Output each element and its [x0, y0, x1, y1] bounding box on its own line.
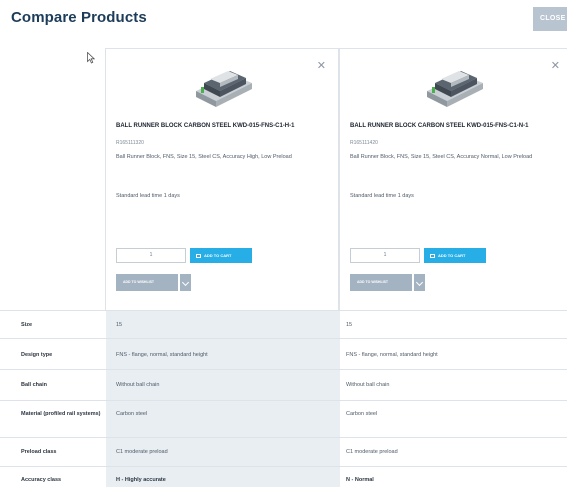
remove-product-icon[interactable]: ✕: [317, 59, 326, 72]
add-to-cart-button[interactable]: ADD TO CART: [190, 248, 252, 263]
spec-row-material: Material (profiled rail systems) Carbon …: [0, 400, 567, 437]
ball-runner-block-image: [196, 71, 252, 107]
product-sku: R165111320: [116, 140, 144, 146]
spec-value: 15: [116, 322, 123, 328]
spec-row-design-type: Design type FNS - flange, normal, standa…: [0, 338, 567, 369]
spec-value: Without ball chain: [116, 382, 160, 388]
remove-product-icon[interactable]: ✕: [551, 59, 560, 72]
spec-value: 15: [346, 322, 353, 328]
product-card: ✕ BALL RUNNER BLOCK CARBON STEEL KWD-015…: [105, 48, 339, 310]
spec-value: N - Normal: [346, 477, 374, 483]
add-to-wishlist-button[interactable]: ADD TO WISHLIST: [116, 274, 178, 291]
spec-value: Carbon steel: [346, 411, 378, 417]
product-name[interactable]: BALL RUNNER BLOCK CARBON STEEL KWD-015-F…: [350, 122, 555, 130]
spec-row-preload-class: Preload class C1 moderate preload C1 mod…: [0, 437, 567, 466]
spec-value: Carbon steel: [116, 411, 148, 417]
add-to-cart-label: ADD TO CART: [204, 253, 232, 258]
lead-time: Standard lead time 1 days: [350, 193, 414, 199]
product-card: ✕ BALL RUNNER BLOCK CARBON STEEL KWD-015…: [339, 48, 567, 310]
cart-icon: [196, 253, 201, 258]
cart-icon: [430, 253, 435, 258]
close-button[interactable]: CLOSE: [533, 7, 567, 31]
lead-time: Standard lead time 1 days: [116, 193, 180, 199]
spec-value: H - Highly accurate: [116, 477, 166, 483]
spec-label: Material (profiled rail systems): [21, 411, 101, 417]
spec-label: Accuracy class: [21, 477, 62, 483]
spec-value: C1 moderate preload: [346, 449, 398, 455]
quantity-input[interactable]: 1: [350, 248, 420, 263]
spec-label: Ball chain: [21, 382, 47, 388]
spec-row-ball-chain: Ball chain Without ball chain Without ba…: [0, 369, 567, 400]
product-sku: R165111420: [350, 140, 378, 146]
spec-label: Design type: [21, 352, 53, 358]
spec-label: Size: [21, 322, 33, 328]
ball-runner-block-image: [427, 71, 483, 107]
spec-value: C1 moderate preload: [116, 449, 168, 455]
spec-row-size: Size 15 15: [0, 310, 567, 338]
add-to-cart-button[interactable]: ADD TO CART: [424, 248, 486, 263]
wishlist-dropdown-chevron-icon[interactable]: [180, 274, 191, 291]
wishlist-dropdown-chevron-icon[interactable]: [414, 274, 425, 291]
mouse-cursor-icon: [87, 52, 95, 64]
product-description: Ball Runner Block, FNS, Size 15, Steel C…: [350, 154, 533, 160]
add-to-cart-label: ADD TO CART: [438, 253, 466, 258]
page-title: Compare Products: [11, 9, 147, 26]
quantity-input[interactable]: 1: [116, 248, 186, 263]
product-name[interactable]: BALL RUNNER BLOCK CARBON STEEL KWD-015-F…: [116, 122, 321, 130]
spec-label: Preload class: [21, 449, 57, 455]
spec-value: Without ball chain: [346, 382, 390, 388]
spec-value: FNS - flange, normal, standard height: [346, 352, 438, 358]
spec-value: FNS - flange, normal, standard height: [116, 352, 208, 358]
add-to-wishlist-button[interactable]: ADD TO WISHLIST: [350, 274, 412, 291]
spec-row-accuracy-class: Accuracy class H - Highly accurate N - N…: [0, 466, 567, 487]
product-description: Ball Runner Block, FNS, Size 15, Steel C…: [116, 154, 292, 160]
